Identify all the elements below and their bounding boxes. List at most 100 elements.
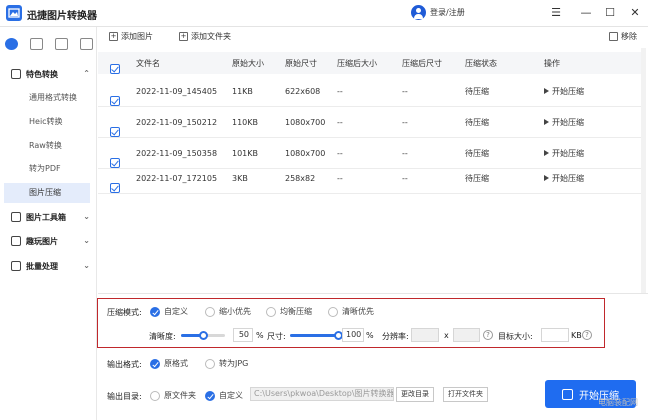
sidebar-group-fun[interactable]: 趣玩图片 ⌄ (0, 231, 97, 251)
col-compressed-size: 压缩后大小 (337, 58, 377, 68)
cell-status: 待压缩 (465, 148, 489, 158)
col-filename: 文件名 (136, 58, 160, 68)
radio-icon (328, 306, 338, 317)
radio-checked-icon (150, 358, 160, 369)
select-all-checkbox[interactable] (110, 64, 120, 74)
format-label: 转为JPG (219, 359, 249, 368)
mode-balanced-radio[interactable]: 均衡压缩 (266, 306, 312, 317)
open-folder-button[interactable]: 打开文件夹 (443, 387, 488, 402)
sidebar-group-batch[interactable]: 批量处理 ⌄ (0, 256, 97, 276)
play-icon (544, 119, 549, 125)
plus-icon: + (109, 32, 118, 41)
maximize-button[interactable]: ☐ (602, 5, 618, 21)
resolution-x: x (444, 331, 449, 340)
add-image-button[interactable]: + 添加图片 (109, 31, 153, 42)
sidebar-item-general[interactable]: 通用格式转换 (4, 88, 90, 108)
clarity-slider-knob[interactable] (198, 331, 208, 340)
table-row: 2022-11-07_172105 3KB 258x82 -- -- 待压缩 开… (98, 163, 646, 194)
row-checkbox[interactable] (110, 127, 120, 137)
document-icon[interactable] (80, 38, 93, 50)
cell-status: 待压缩 (465, 86, 489, 96)
resolution-height-input[interactable] (453, 328, 480, 342)
sidebar-group-toolbox[interactable]: 图片工具箱 ⌄ (0, 207, 97, 227)
clarity-input[interactable]: 50 (233, 328, 253, 342)
row-checkbox[interactable] (110, 96, 120, 106)
close-button[interactable]: ✕ (627, 5, 643, 21)
output-path-input[interactable]: C:\Users\pkwoa\Desktop\图片转换器 (250, 387, 394, 401)
minimize-button[interactable]: — (578, 5, 594, 21)
col-dims: 原始尺寸 (285, 58, 317, 68)
group-label: 特色转换 (26, 69, 58, 79)
format-original-radio[interactable]: 原格式 (150, 358, 188, 369)
start-row-button[interactable]: 开始压缩 (544, 173, 584, 184)
sidebar-item-heic[interactable]: Heic转换 (4, 112, 90, 132)
resolution-width-input[interactable] (411, 328, 439, 342)
output-format-label: 输出格式: (107, 360, 142, 369)
screen-icon[interactable] (30, 38, 43, 50)
sidebar-item-raw[interactable]: Raw转换 (4, 136, 90, 156)
col-status: 压缩状态 (465, 58, 497, 68)
chevron-down-icon: ⌄ (83, 236, 90, 245)
table-scrollbar[interactable] (641, 48, 646, 293)
target-size-input[interactable] (541, 328, 569, 342)
group-label: 批量处理 (26, 261, 58, 271)
image-icon[interactable] (55, 38, 68, 50)
table-row: 2022-11-09_145405 11KB 622x608 -- -- 待压缩… (98, 76, 646, 107)
row-checkbox[interactable] (110, 183, 120, 193)
size-slider[interactable] (290, 334, 338, 337)
dir-label: 原文件夹 (164, 391, 196, 400)
help-icon[interactable]: ? (582, 330, 592, 340)
app-logo-icon (6, 5, 22, 21)
trash-icon (609, 32, 618, 41)
help-icon[interactable]: ? (483, 330, 493, 340)
dir-custom-radio[interactable]: 自定义 (205, 390, 243, 401)
start-row-button[interactable]: 开始压缩 (544, 86, 584, 97)
cell-status: 待压缩 (465, 173, 489, 183)
action-label: 开始压缩 (552, 86, 584, 96)
cell-compressed-size: -- (337, 173, 343, 183)
table-header: 文件名 原始大小 原始尺寸 压缩后大小 压缩后尺寸 压缩状态 操作 (98, 52, 646, 74)
action-label: 开始压缩 (552, 148, 584, 158)
menu-icon[interactable]: ☰ (548, 5, 564, 21)
mode-shrink-radio[interactable]: 缩小优先 (205, 306, 251, 317)
sidebar-item-compress[interactable]: 图片压缩 (4, 183, 90, 203)
size-input[interactable]: 100 (342, 328, 364, 342)
home-icon[interactable] (5, 38, 18, 50)
start-row-button[interactable]: 开始压缩 (544, 117, 584, 128)
clarity-percent: % (256, 331, 264, 340)
cell-dims: 622x608 (285, 86, 321, 96)
sidebar-group-featured[interactable]: 特色转换 ⌃ (0, 64, 97, 84)
mode-label: 均衡压缩 (280, 307, 312, 316)
chevron-up-icon: ⌃ (83, 69, 90, 78)
radio-checked-icon (150, 306, 160, 317)
size-slider-fill (290, 334, 338, 337)
table-row: 2022-11-09_150212 110KB 1080x700 -- -- 待… (98, 107, 646, 138)
mode-label: 缩小优先 (219, 307, 251, 316)
featured-icon (11, 69, 21, 79)
play-icon (544, 175, 549, 181)
cell-size: 101KB (232, 148, 259, 158)
sidebar-icon-bar (0, 31, 97, 57)
format-jpg-radio[interactable]: 转为JPG (205, 358, 248, 369)
dir-original-radio[interactable]: 原文件夹 (150, 390, 196, 401)
col-compressed-dims: 压缩后尺寸 (402, 58, 442, 68)
dir-label: 自定义 (219, 391, 243, 400)
add-folder-button[interactable]: + 添加文件夹 (179, 31, 231, 42)
watermark: 电脑装配网 (598, 398, 638, 407)
cell-compressed-dims: -- (402, 86, 408, 96)
radio-icon (266, 306, 276, 317)
toolbox-icon (11, 212, 21, 222)
login-link[interactable]: 登录/注册 (411, 5, 465, 20)
col-size: 原始大小 (232, 58, 264, 68)
remove-button[interactable]: 移除 (609, 31, 637, 42)
cell-compressed-size: -- (337, 86, 343, 96)
sidebar-item-pdf[interactable]: 转为PDF (4, 159, 90, 179)
output-dir-label: 输出目录: (107, 392, 142, 401)
mode-custom-radio[interactable]: 自定义 (150, 306, 188, 317)
mode-clarity-radio[interactable]: 清晰优先 (328, 306, 374, 317)
change-dir-button[interactable]: 更改目录 (396, 387, 434, 402)
cell-filename: 2022-11-07_172105 (136, 173, 218, 183)
size-label: 尺寸: (267, 332, 286, 341)
start-row-button[interactable]: 开始压缩 (544, 148, 584, 159)
cell-compressed-size: -- (337, 148, 343, 158)
